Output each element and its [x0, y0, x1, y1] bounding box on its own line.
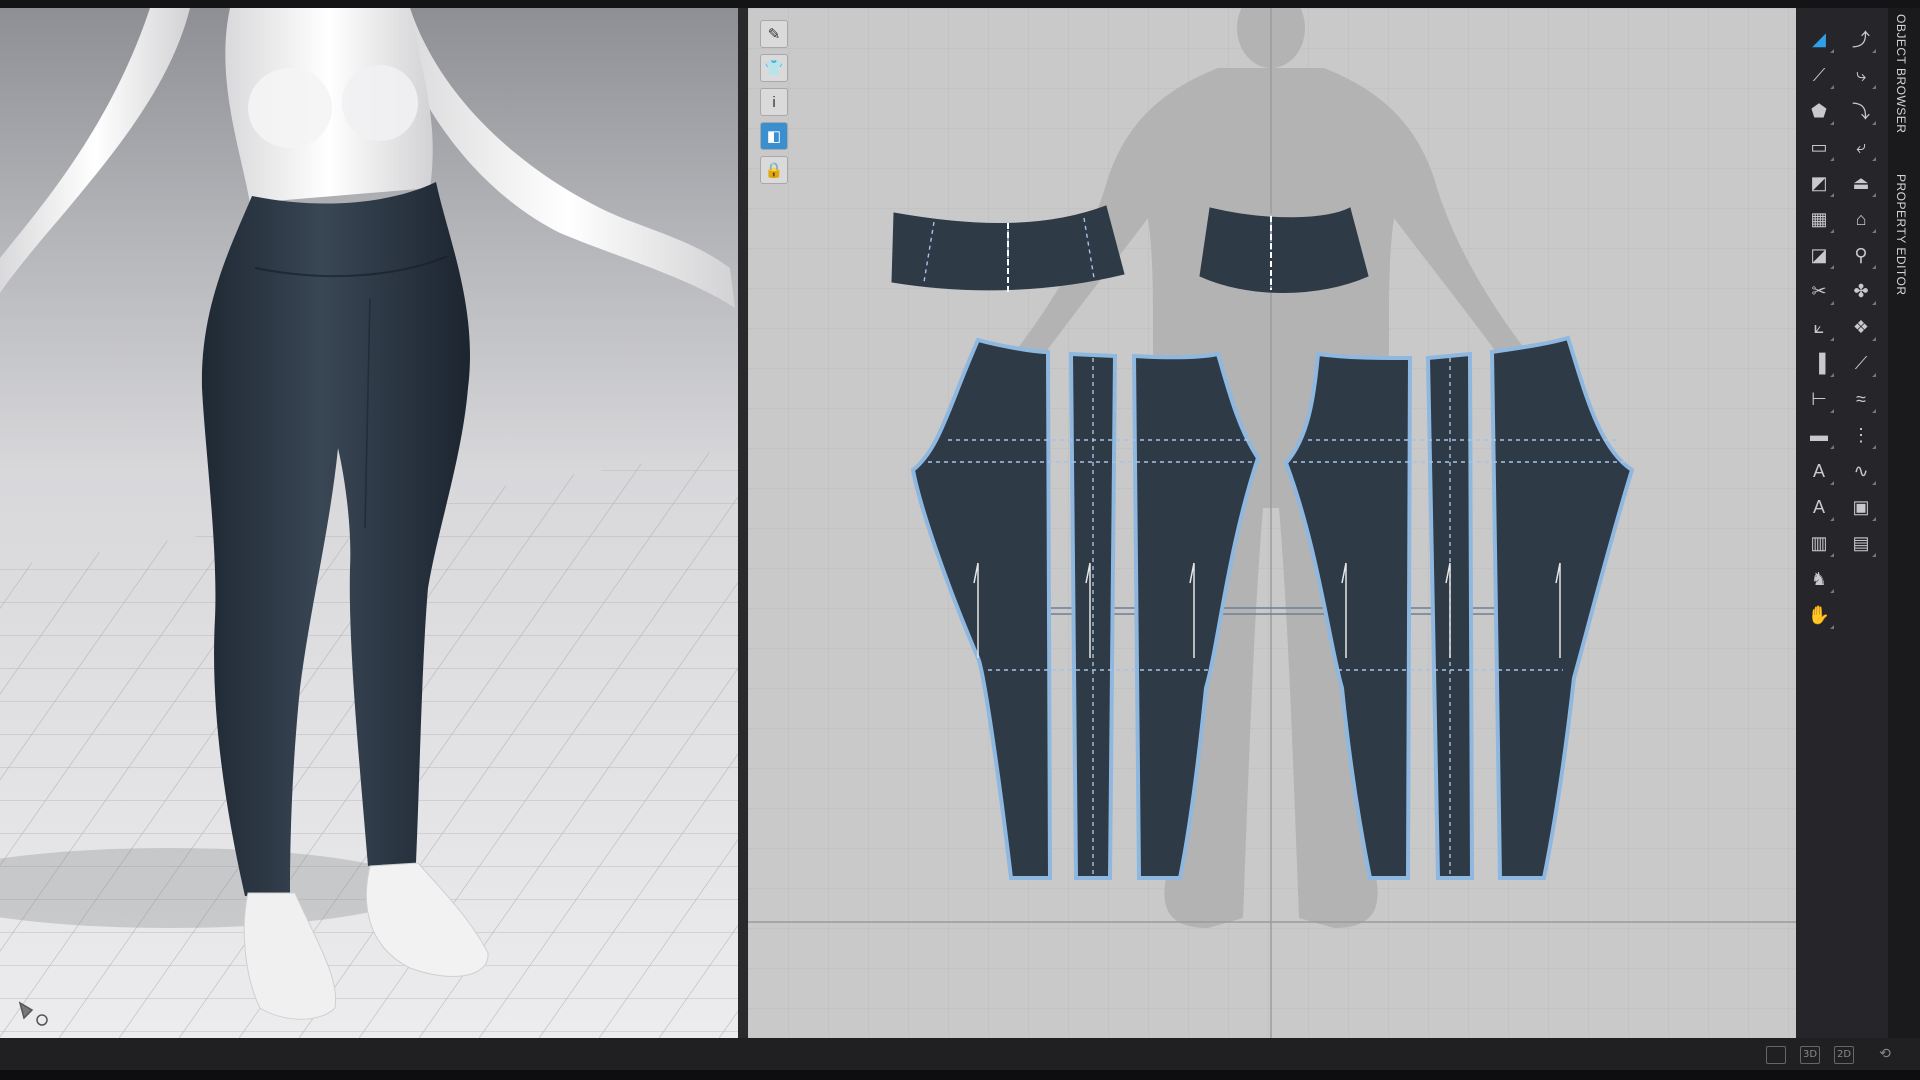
tab-property-editor[interactable]: PROPERTY EDITOR [1894, 174, 1908, 296]
pattern-canvas [748, 8, 1796, 1038]
rectangle-icon[interactable]: ▭ [1802, 130, 1836, 164]
avatar-chest-left [248, 68, 332, 148]
pin-icon[interactable]: ✋ [1802, 598, 1836, 632]
cut-icon[interactable]: ✂ [1802, 274, 1836, 308]
2d-view-toolbar: ✎ 👕 i ◧ 🔒 [760, 20, 788, 190]
sewing-icon[interactable]: ⤴ [1844, 22, 1878, 56]
edit-point-icon[interactable]: ⟋ [1802, 58, 1836, 92]
fold-arrangement-icon[interactable]: ⌂ [1844, 202, 1878, 236]
graphic-icon[interactable]: ▣ [1844, 490, 1878, 524]
polygon-icon[interactable]: ⬟ [1802, 94, 1836, 128]
elastic-icon[interactable]: ∿ [1844, 454, 1878, 488]
view-3d-button[interactable]: 3D [1800, 1046, 1820, 1064]
segment-sewing-icon[interactable]: ◩ [1802, 166, 1836, 200]
side-panel-tabs: OBJECT BROWSER PROPERTY EDITOR [1888, 8, 1920, 1038]
layout-split-button[interactable] [1766, 1046, 1786, 1064]
fabric-texture-icon[interactable]: ◧ [760, 122, 788, 150]
avatar-left-arm [0, 8, 190, 293]
2d-pattern-window[interactable]: ✎ 👕 i ◧ 🔒 [748, 8, 1796, 1038]
viewport-splitter[interactable] [738, 8, 748, 1038]
fold-icon[interactable]: ▐ [1802, 346, 1836, 380]
puckering-icon[interactable]: ✤ [1844, 274, 1878, 308]
grid-icon[interactable]: ▤ [1844, 526, 1878, 560]
button-icon[interactable]: ❖ [1844, 310, 1878, 344]
unfold-icon[interactable]: ⟀ [1802, 310, 1836, 344]
show-avatar-icon[interactable]: ✎ [760, 20, 788, 48]
show-info-icon[interactable]: i [760, 88, 788, 116]
waistband-back-outline [1199, 207, 1369, 293]
3d-viewport[interactable] [0, 8, 738, 1038]
text-icon[interactable]: A [1802, 490, 1836, 524]
zipper-icon[interactable]: ⋮ [1844, 418, 1878, 452]
grading-icon[interactable]: ▥ [1802, 526, 1836, 560]
pattern-tools-toolbar: ◢ ⟋ ⬟ ▭ ◩ ▦ ◪ ✂ ⟀ ▐ ⊢ ▬ A A ▥ ♞ ✋ ⤴ ⤷ ⤵ … [1796, 8, 1888, 1038]
annotation-text-icon[interactable]: A [1802, 454, 1836, 488]
free-sewing-icon[interactable]: ⤷ [1844, 58, 1878, 92]
status-bar: 3D 2D ⟲ [0, 1038, 1920, 1070]
check-sewing-icon[interactable]: ⤶ [1844, 130, 1878, 164]
avatar-chest-right [342, 65, 418, 141]
tab-object-browser[interactable]: OBJECT BROWSER [1894, 14, 1908, 133]
title-bar [0, 0, 1920, 8]
3d-scene [0, 8, 738, 1038]
refresh-icon[interactable]: ⟲ [1876, 1046, 1894, 1062]
lock-icon[interactable]: 🔒 [760, 156, 788, 184]
show-garment-icon[interactable]: 👕 [760, 54, 788, 82]
seam-taping-icon[interactable]: ≈ [1844, 382, 1878, 416]
toolbar-column-left: ◢ ⟋ ⬟ ▭ ◩ ▦ ◪ ✂ ⟀ ▐ ⊢ ▬ A A ▥ ♞ ✋ [1802, 22, 1842, 634]
toolbar-column-right: ⤴ ⤷ ⤵ ⤶ ⏏ ⌂ ⚲ ✤ ❖ ⟋ ≈ ⋮ ∿ ▣ ▤ [1844, 22, 1884, 562]
tape-icon[interactable]: ▬ [1802, 418, 1836, 452]
bottom-strip [0, 1070, 1920, 1080]
multi-sewing-icon[interactable]: ⤵ [1844, 94, 1878, 128]
avatar-edit-icon[interactable]: ♞ [1802, 562, 1836, 596]
ruler-icon[interactable]: ⊢ [1802, 382, 1836, 416]
internal-shape-icon[interactable]: ◪ [1802, 238, 1836, 272]
iron-icon[interactable]: ⏏ [1844, 166, 1878, 200]
topstitch-icon[interactable]: ⟋ [1844, 346, 1878, 380]
tack-icon[interactable]: ⚲ [1844, 238, 1878, 272]
transform-pattern-icon[interactable]: ◢ [1802, 22, 1836, 56]
view-2d-button[interactable]: 2D [1834, 1046, 1854, 1064]
trace-icon[interactable]: ▦ [1802, 202, 1836, 236]
